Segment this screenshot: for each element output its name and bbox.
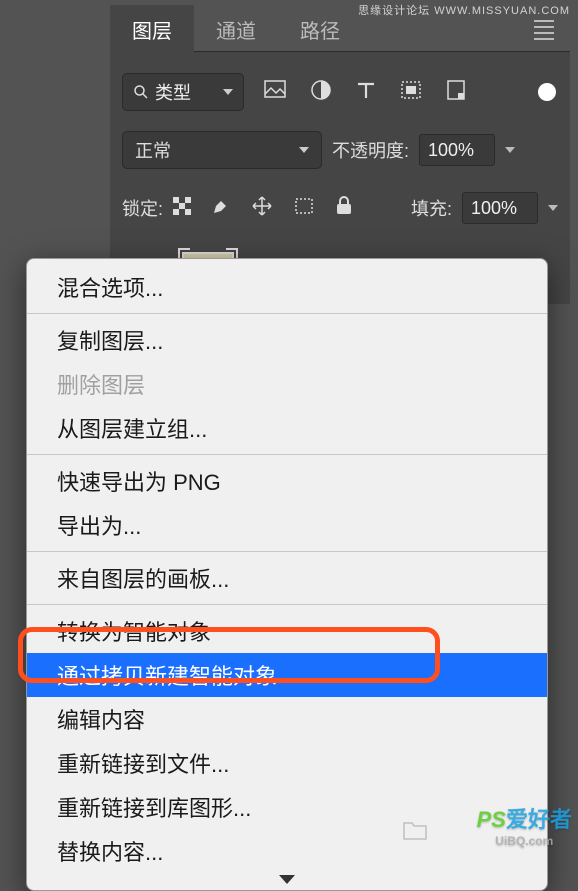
opacity-stepper[interactable] <box>505 147 515 153</box>
menu-artboard-from-layers[interactable]: 来自图层的画板... <box>27 556 547 600</box>
menu-copy-layer[interactable]: 复制图层... <box>27 318 547 362</box>
menu-scroll-down-icon[interactable] <box>27 873 547 884</box>
tab-paths[interactable]: 路径 <box>278 5 362 54</box>
chevron-down-icon <box>299 147 309 153</box>
watermark-bottom: PS爱好者 UiBQ.com <box>477 802 572 848</box>
menu-quick-export-png[interactable]: 快速导出为 PNG <box>27 459 547 503</box>
chevron-down-icon <box>223 89 233 95</box>
blend-row: 正常 不透明度: 100% <box>110 126 570 174</box>
lock-row: 锁定: 填充: 100% <box>110 184 570 232</box>
watermark-brand: PS <box>477 807 506 832</box>
filter-row: 类型 <box>110 68 570 116</box>
filter-smartobject-icon[interactable] <box>446 79 466 106</box>
filter-text-icon[interactable] <box>356 80 376 105</box>
lock-all-icon[interactable] <box>335 196 353 221</box>
lock-position-icon[interactable] <box>251 195 273 222</box>
menu-convert-smart-object[interactable]: 转换为智能对象 <box>27 609 547 653</box>
menu-new-smart-via-copy[interactable]: 通过拷贝新建智能对象 <box>27 653 547 697</box>
fill-value[interactable]: 100% <box>462 192 538 224</box>
watermark-text: 爱好者 <box>506 807 572 832</box>
filter-image-icon[interactable] <box>264 80 286 105</box>
filter-icon-group <box>264 79 466 106</box>
blend-mode-value: 正常 <box>135 137 171 163</box>
lock-icon-group <box>173 195 353 222</box>
menu-separator <box>27 454 547 455</box>
opacity-value[interactable]: 100% <box>419 134 495 166</box>
filter-type-label: 类型 <box>155 79 191 105</box>
menu-relink-file[interactable]: 重新链接到文件... <box>27 741 547 785</box>
fill-label: 填充: <box>411 195 452 221</box>
watermark-top: 思缘设计论坛 WWW.MISSYUAN.COM <box>358 2 570 18</box>
lock-pixels-icon[interactable] <box>211 196 231 221</box>
menu-separator <box>27 313 547 314</box>
tab-channels[interactable]: 通道 <box>194 5 278 54</box>
filter-adjustment-icon[interactable] <box>310 79 332 106</box>
blend-mode-select[interactable]: 正常 <box>122 131 322 169</box>
menu-edit-contents[interactable]: 编辑内容 <box>27 697 547 741</box>
lock-label: 锁定: <box>122 195 163 221</box>
opacity-label: 不透明度: <box>332 137 409 163</box>
fill-stepper[interactable] <box>548 205 558 211</box>
menu-blend-options[interactable]: 混合选项... <box>27 265 547 309</box>
menu-group-from-layers[interactable]: 从图层建立组... <box>27 406 547 450</box>
search-icon <box>133 84 149 100</box>
menu-separator <box>27 551 547 552</box>
lock-artboard-icon[interactable] <box>293 196 315 221</box>
folder-icon <box>402 819 428 846</box>
menu-delete-layer: 删除图层 <box>27 362 547 406</box>
filter-toggle-icon[interactable] <box>538 83 556 101</box>
menu-replace-contents[interactable]: 替换内容... <box>27 829 547 873</box>
tab-layers[interactable]: 图层 <box>110 5 194 54</box>
menu-export-as[interactable]: 导出为... <box>27 503 547 547</box>
watermark-url: UiBQ.com <box>477 834 572 848</box>
filter-shape-icon[interactable] <box>400 80 422 105</box>
layer-context-menu: 混合选项... 复制图层... 删除图层 从图层建立组... 快速导出为 PNG… <box>26 258 548 891</box>
menu-relink-library[interactable]: 重新链接到库图形... <box>27 785 547 829</box>
filter-type-select[interactable]: 类型 <box>122 73 244 111</box>
menu-separator <box>27 604 547 605</box>
lock-transparency-icon[interactable] <box>173 197 191 220</box>
